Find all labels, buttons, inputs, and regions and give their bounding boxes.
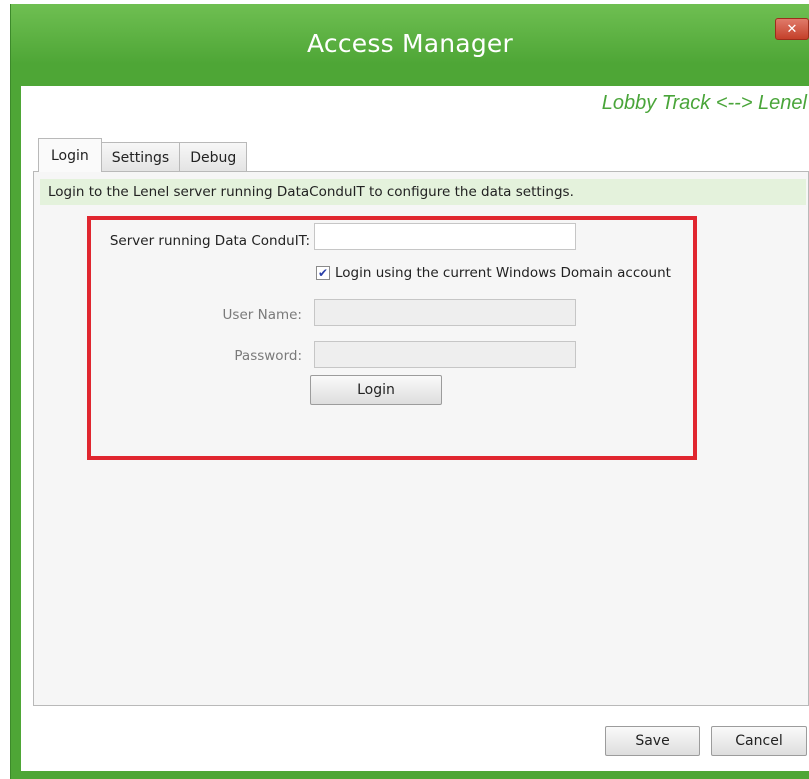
tab-settings[interactable]: Settings [100, 142, 181, 172]
tab-debug[interactable]: Debug [179, 142, 248, 172]
tab-login[interactable]: Login [38, 138, 102, 172]
server-input[interactable] [314, 223, 576, 250]
title-bar: Access Manager ✕ [11, 4, 809, 86]
cancel-button[interactable]: Cancel [711, 726, 807, 756]
windows-login-option[interactable]: ✔ Login using the current Windows Domain… [316, 265, 671, 281]
highlight-box: Server running Data ConduIT: ✔ Login usi… [87, 216, 697, 460]
login-tab-panel: Login to the Lenel server running DataCo… [33, 171, 809, 706]
username-input[interactable] [314, 299, 576, 326]
password-input[interactable] [314, 341, 576, 368]
tab-strip: Login Settings Debug [38, 138, 248, 172]
windows-login-checkbox[interactable]: ✔ [316, 266, 330, 280]
window-subtitle: Lobby Track <--> Lenel [601, 92, 807, 114]
close-icon: ✕ [786, 21, 798, 37]
info-text: Login to the Lenel server running DataCo… [48, 184, 574, 200]
close-button[interactable]: ✕ [775, 18, 809, 40]
window-title: Access Manager [307, 28, 513, 58]
info-banner: Login to the Lenel server running DataCo… [40, 179, 806, 205]
windows-login-label: Login using the current Windows Domain a… [335, 265, 671, 281]
login-button[interactable]: Login [310, 375, 442, 405]
username-label: User Name: [222, 307, 302, 323]
save-button[interactable]: Save [605, 726, 700, 756]
password-label: Password: [234, 348, 302, 364]
server-label: Server running Data ConduIT: [109, 233, 310, 249]
access-manager-window: Access Manager ✕ Lobby Track <--> Lenel … [10, 4, 809, 779]
checkmark-icon: ✔ [317, 266, 329, 280]
window-content: Lobby Track <--> Lenel Login Settings De… [21, 86, 809, 771]
